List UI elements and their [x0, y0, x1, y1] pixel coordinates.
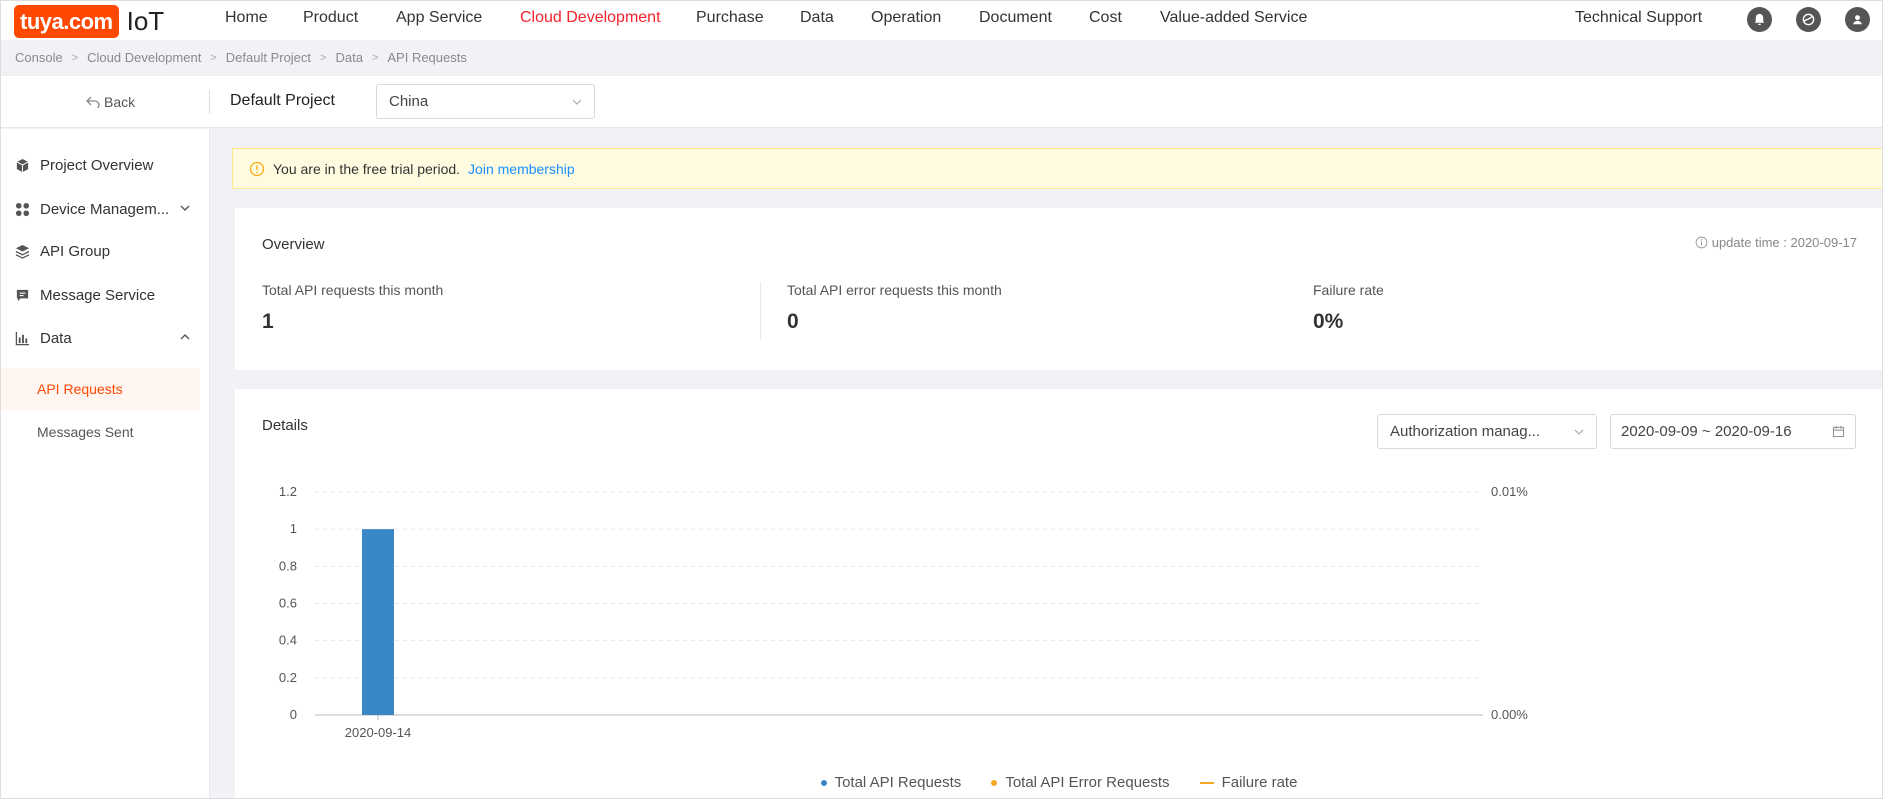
- grid-icon: [14, 201, 30, 217]
- legend-item-total-requests[interactable]: Total API Requests: [820, 774, 962, 791]
- y-tick-label: 0.8: [279, 558, 297, 573]
- nav-purchase[interactable]: Purchase: [696, 9, 764, 27]
- chevron-down-icon: [180, 205, 190, 211]
- project-header: Back Default Project China: [0, 75, 1883, 128]
- stat-value: 0%: [1313, 310, 1344, 333]
- nav-cloud-development[interactable]: Cloud Development: [520, 9, 661, 27]
- warning-icon: [249, 161, 265, 176]
- nav-app-service[interactable]: App Service: [396, 9, 482, 27]
- sidebar-item-label: API Group: [40, 242, 111, 260]
- nav-operation[interactable]: Operation: [871, 9, 941, 27]
- legend-dot-icon: [820, 779, 827, 786]
- nav-document[interactable]: Document: [979, 9, 1052, 27]
- legend-item-failure-rate[interactable]: Failure rate: [1199, 774, 1298, 791]
- nav-home[interactable]: Home: [225, 9, 268, 27]
- project-title: Default Project: [230, 92, 335, 109]
- sidebar-subitem-messages-sent[interactable]: Messages Sent: [0, 411, 200, 453]
- y-tick-label: 1.2: [279, 484, 297, 499]
- breadcrumb-separator-icon: >: [71, 51, 79, 64]
- sidebar-item-label: Project Overview: [40, 156, 154, 174]
- back-button[interactable]: Back: [86, 94, 135, 110]
- legend-line-icon: [1199, 781, 1214, 784]
- stat-label: Failure rate: [1313, 282, 1384, 298]
- y-tick-label: 1: [290, 521, 297, 536]
- back-label: Back: [104, 94, 136, 110]
- sidebar-item-data[interactable]: Data: [0, 318, 200, 358]
- sidebar-item-message-service[interactable]: Message Service: [0, 275, 200, 315]
- layers-icon: [14, 243, 30, 259]
- y-tick-label: 0.4: [279, 633, 297, 648]
- stat-value: 0: [787, 310, 799, 333]
- breadcrumb-cloud-development[interactable]: Cloud Development: [87, 50, 201, 65]
- x-tick-label: 2020-09-14: [345, 725, 412, 740]
- stat-label: Total API error requests this month: [787, 282, 1002, 298]
- chevron-up-icon: [180, 334, 190, 340]
- api-requests-chart: 0 0.2 0.4 0.6 0.8 1 1.2 0.00% 0.01% 2020-09-14: [279, 484, 1528, 740]
- legend-dot-icon: [991, 779, 998, 786]
- logo-brand: tuya.com: [14, 5, 119, 38]
- top-nav: tuya.com IoT Home Product App Service Cl…: [0, 0, 1883, 40]
- join-membership-link[interactable]: Join membership: [468, 161, 575, 177]
- y2-tick-label: 0.00%: [1491, 707, 1528, 722]
- divider: [209, 90, 210, 114]
- legend-item-error-requests[interactable]: Total API Error Requests: [991, 774, 1170, 791]
- overview-title: Overview: [262, 236, 325, 253]
- logo[interactable]: tuya.com IoT: [14, 5, 164, 38]
- breadcrumb: Console > Cloud Development > Default Pr…: [15, 50, 467, 65]
- stat-value: 1: [262, 310, 274, 333]
- nav-data[interactable]: Data: [800, 9, 834, 27]
- breadcrumb-separator-icon: >: [320, 51, 327, 64]
- legend-label: Failure rate: [1221, 774, 1298, 791]
- message-icon: [14, 287, 30, 303]
- logo-product: IoT: [126, 6, 165, 36]
- region-select[interactable]: China: [376, 84, 595, 119]
- region-select-value: China: [389, 93, 429, 110]
- stat-label: Total API requests this month: [262, 282, 444, 298]
- breadcrumb-separator-icon: >: [371, 51, 379, 64]
- chevron-down-icon: [572, 99, 582, 105]
- nav-product[interactable]: Product: [303, 9, 358, 27]
- stat-total-requests: Total API requests this month 1: [262, 282, 443, 334]
- sidebar-item-label: Data: [40, 329, 72, 347]
- divider: [760, 282, 761, 340]
- nav-cost[interactable]: Cost: [1089, 9, 1122, 27]
- sidebar-item-label: Message Service: [40, 286, 156, 304]
- stat-failure-rate: Failure rate 0%: [1313, 282, 1384, 334]
- sidebar-item-device-management[interactable]: Device Managem...: [0, 189, 200, 229]
- y-tick-label: 0.2: [279, 670, 297, 685]
- y2-tick-label: 0.01%: [1491, 484, 1528, 499]
- sidebar-item-label: Device Managem...: [40, 200, 170, 218]
- chart-legend: Total API Requests Total API Error Reque…: [235, 774, 1883, 791]
- back-arrow-icon: [86, 96, 100, 108]
- breadcrumb-api-requests: API Requests: [387, 50, 467, 65]
- info-icon: [1695, 236, 1708, 249]
- sidebar-item-api-group[interactable]: API Group: [0, 231, 200, 271]
- bell-icon[interactable]: [1747, 7, 1772, 32]
- user-avatar-icon[interactable]: [1845, 7, 1870, 32]
- bar-total-api-requests: [362, 529, 394, 715]
- breadcrumb-data[interactable]: Data: [335, 50, 362, 65]
- technical-support-link[interactable]: Technical Support: [1575, 9, 1702, 27]
- overview-card: Overview update time : 2020-09-17 Total …: [235, 208, 1883, 370]
- details-card: Details Authorization manag... 2020-09-0…: [235, 389, 1883, 799]
- breadcrumb-separator-icon: >: [210, 51, 217, 64]
- breadcrumb-console[interactable]: Console: [15, 50, 63, 65]
- stat-total-error-requests: Total API error requests this month 0: [787, 282, 1002, 334]
- trial-text: You are in the free trial period.: [273, 160, 461, 177]
- update-time: update time : 2020-09-17: [1695, 235, 1857, 250]
- sidebar-item-project-overview[interactable]: Project Overview: [0, 145, 200, 185]
- legend-label: Total API Requests: [834, 774, 962, 791]
- update-time-text: update time : 2020-09-17: [1711, 235, 1857, 250]
- sidebar-subitem-api-requests[interactable]: API Requests: [0, 368, 200, 410]
- trial-banner: You are in the free trial period. Join m…: [232, 148, 1883, 189]
- breadcrumb-default-project[interactable]: Default Project: [226, 50, 311, 65]
- cube-icon: [14, 157, 30, 173]
- sidebar: Project Overview Device Managem... API G…: [0, 129, 210, 799]
- nav-value-added-service[interactable]: Value-added Service: [1160, 9, 1307, 27]
- y-tick-label: 0: [290, 707, 297, 722]
- legend-label: Total API Error Requests: [1005, 774, 1170, 791]
- bar-chart-icon: [14, 330, 30, 346]
- y-tick-label: 0.6: [279, 596, 297, 611]
- globe-icon[interactable]: [1796, 7, 1821, 32]
